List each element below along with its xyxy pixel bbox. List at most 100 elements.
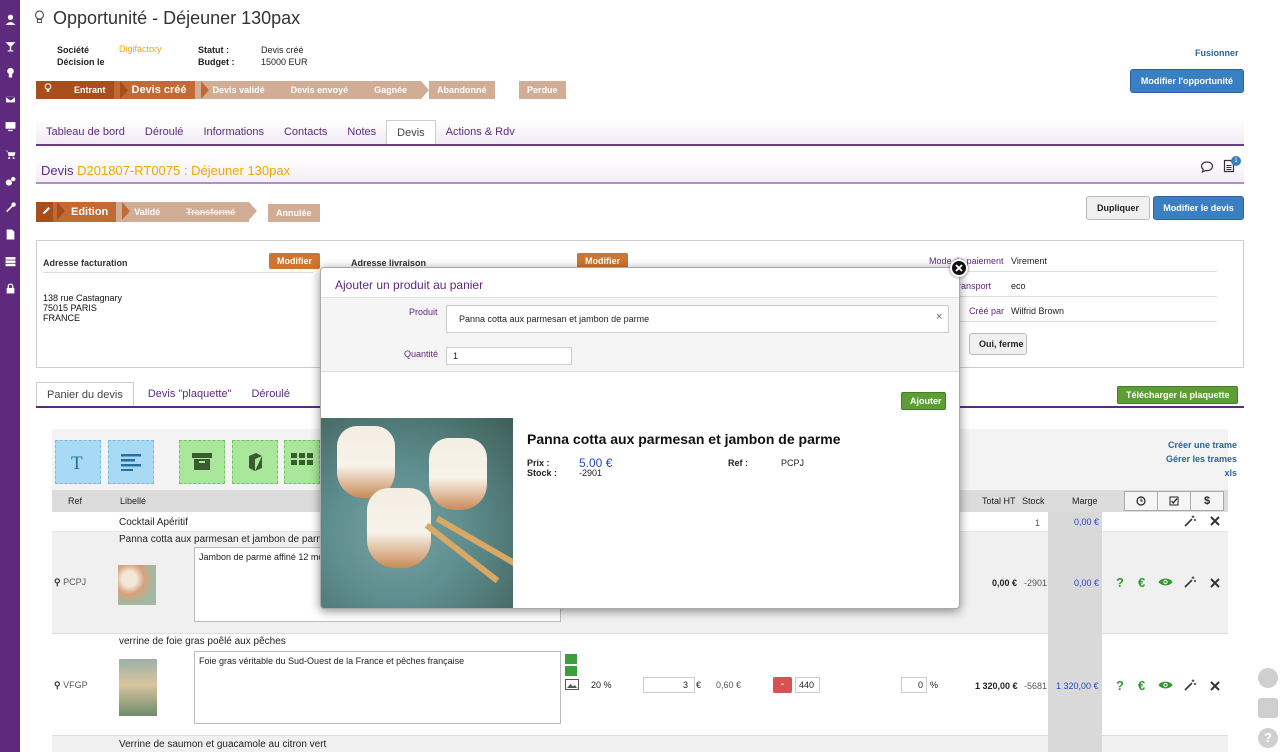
checkbox-icon[interactable] [1158, 491, 1191, 511]
euro-icon[interactable]: € [1138, 678, 1145, 693]
lock-icon[interactable] [2, 280, 18, 296]
search-icon: ⚲ [54, 680, 61, 690]
add-text-button[interactable]: T [55, 440, 101, 484]
help-circle-icon[interactable]: ? [1258, 728, 1278, 748]
gears-icon[interactable] [2, 173, 18, 189]
mail-icon[interactable] [2, 91, 18, 107]
cocktail-icon[interactable] [2, 38, 18, 54]
decision-label: Décision le [57, 57, 105, 67]
pipeline-abandonne[interactable]: Abandonné [429, 81, 495, 99]
lightbulb-icon [44, 83, 52, 92]
notification-badge: 1 [1231, 156, 1241, 166]
ref-label: Ref : [728, 458, 748, 468]
delete-icon[interactable] [1210, 681, 1220, 694]
tab-notes[interactable]: Notes [337, 120, 386, 144]
quantite-input[interactable]: 1 [446, 347, 572, 365]
gerer-trames-link[interactable]: Gérer les trames [1151, 452, 1237, 466]
marge-cell [1048, 736, 1102, 752]
creer-trame-link[interactable]: Créer une trame [1151, 438, 1237, 452]
help-icon[interactable]: ? [1116, 575, 1124, 590]
tab-panier-du-devis[interactable]: Panier du devis [36, 382, 134, 406]
user-icon[interactable] [2, 11, 18, 27]
ajouter-button[interactable]: Ajouter [901, 392, 946, 410]
societe-link[interactable]: Digifactory [119, 44, 162, 54]
add-book-button[interactable] [232, 440, 278, 484]
pipeline-perdue[interactable]: Perdue [519, 81, 566, 99]
fusionner-link[interactable]: Fusionner [1195, 48, 1239, 58]
globe-icon[interactable] [1258, 668, 1278, 688]
produit-input[interactable]: Panna cotta aux parmesan et jambon de pa… [446, 305, 949, 333]
add-grid-button[interactable] [284, 440, 320, 484]
trame-links: Créer une trame Gérer les trames xls [1151, 438, 1237, 480]
cree-par-label: Créé par [969, 306, 1005, 316]
tab-deroule[interactable]: Déroulé [135, 120, 194, 144]
devis-reference: D201807-RT0075 : Déjeuner 130pax [77, 163, 291, 178]
eye-icon[interactable] [1158, 680, 1173, 693]
modal-close-icon[interactable] [950, 259, 968, 277]
archive-icon[interactable] [565, 654, 577, 664]
tab-panier-deroule[interactable]: Déroulé [241, 382, 300, 406]
tab-devis[interactable]: Devis [386, 120, 436, 144]
row-ref[interactable]: ⚲ VFGP [54, 680, 88, 691]
modifier-opportunite-button[interactable]: Modifier l'opportunité [1130, 69, 1244, 93]
row-pct: 20 % [591, 680, 612, 690]
divider [915, 321, 1217, 322]
add-archive-button[interactable] [179, 440, 225, 484]
header-marge: Marge [1072, 496, 1098, 506]
check-icon[interactable] [1258, 698, 1278, 718]
image-icon[interactable] [565, 679, 579, 693]
tab-contacts[interactable]: Contacts [274, 120, 337, 144]
grid-icon [291, 453, 313, 465]
comment-icon[interactable] [1200, 160, 1214, 177]
document-icon[interactable] [2, 226, 18, 242]
modifier-devis-button[interactable]: Modifier le devis [1153, 196, 1244, 220]
eye-icon[interactable] [1158, 577, 1173, 590]
server-icon[interactable] [2, 253, 18, 269]
devis-pipeline: Edition Validé Transformé [36, 202, 258, 222]
header-libelle: Libellé [120, 496, 147, 506]
book-icon[interactable] [565, 666, 577, 676]
price-input[interactable]: 440 [795, 677, 820, 693]
telecharger-plaquette-button[interactable]: Télécharger la plaquette [1117, 386, 1238, 404]
quantity-input[interactable]: 3 [643, 677, 695, 693]
delete-icon[interactable] [1210, 516, 1220, 529]
book-icon [249, 453, 262, 471]
verrine-glass [367, 488, 431, 568]
opportunity-meta-mid: Statut : Budget : [198, 44, 235, 68]
modifier-facturation-button[interactable]: Modifier [269, 253, 320, 269]
monitor-icon[interactable] [2, 118, 18, 134]
xls-link[interactable]: xls [1151, 466, 1237, 480]
tab-actions-rdv[interactable]: Actions & Rdv [436, 120, 525, 144]
clear-icon[interactable]: × [936, 311, 942, 323]
devis-annulee[interactable]: Annulée [268, 204, 320, 222]
clock-icon[interactable] [1124, 491, 1158, 511]
adresse-facturation-label: Adresse facturation [43, 258, 128, 268]
oui-ferme-button[interactable]: Oui, ferme [969, 333, 1027, 355]
archive-icon [192, 453, 212, 470]
magic-wand-icon[interactable] [1184, 515, 1196, 530]
delete-icon[interactable] [1210, 578, 1220, 591]
magic-wand-icon[interactable] [1184, 576, 1196, 591]
dollar-icon[interactable]: $ [1191, 491, 1224, 511]
cart-icon[interactable] [2, 146, 18, 162]
wrench-icon[interactable] [2, 199, 18, 215]
euro-icon[interactable]: € [1138, 575, 1145, 590]
modal-header: Ajouter un produit au panier [321, 268, 959, 298]
add-paragraph-button[interactable] [108, 440, 154, 484]
discount-input[interactable]: 0 [901, 677, 927, 693]
product-thumbnail [118, 565, 156, 605]
row-description[interactable]: Foie gras véritable du Sud-Ouest de la F… [194, 651, 561, 724]
row-stock: 1 [1035, 518, 1041, 528]
tab-informations[interactable]: Informations [193, 120, 274, 144]
lightbulb-icon[interactable] [2, 64, 18, 80]
help-icon[interactable]: ? [1116, 678, 1124, 693]
tab-tableau-de-bord[interactable]: Tableau de bord [36, 120, 135, 144]
magic-wand-icon[interactable] [1184, 679, 1196, 694]
dupliquer-button[interactable]: Dupliquer [1086, 196, 1150, 220]
minus-button[interactable]: - [773, 677, 792, 693]
tab-devis-plaquette[interactable]: Devis "plaquette" [138, 382, 242, 406]
align-left-icon [121, 454, 141, 471]
header-actions: $ [1124, 491, 1224, 511]
row-ref[interactable]: ⚲ PCPJ [54, 577, 86, 588]
facturation-address: 138 rue Castagnary 75015 PARIS FRANCE [43, 293, 123, 323]
